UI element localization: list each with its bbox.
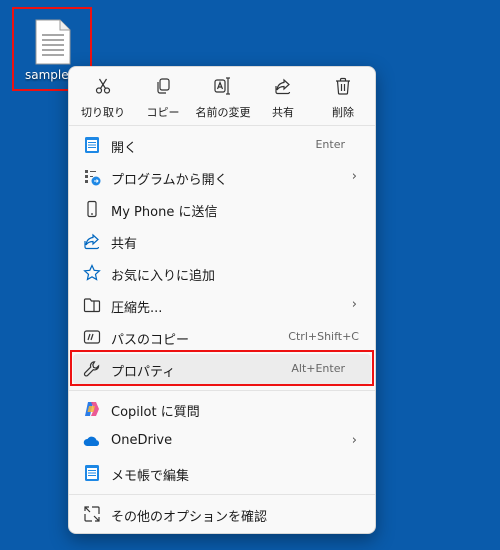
menu-item-share[interactable]: 共有 (73, 226, 371, 256)
menu-item-send-to-phone[interactable]: My Phone に送信 (73, 194, 371, 224)
chevron-right-icon: › (351, 433, 357, 448)
menu-item-compress[interactable]: 圧縮先... › (73, 290, 371, 320)
menu-divider (69, 390, 375, 391)
menu-item-add-favorite[interactable]: お気に入りに追加 (73, 258, 371, 288)
scissors-icon (95, 78, 111, 94)
trash-icon (336, 77, 350, 95)
menu-item-label: パスのコピー (111, 333, 190, 348)
phone-icon (87, 200, 97, 218)
menu-item-label: プログラムから開く (111, 173, 228, 188)
menu-item-edit-notepad[interactable]: メモ帳で編集 (73, 458, 371, 488)
share-button[interactable]: 共有 (253, 73, 313, 121)
notepad-icon (85, 137, 99, 153)
menu-item-ask-copilot[interactable]: Copilot に質問 (73, 394, 371, 424)
menu-item-label: Copilot に質問 (111, 405, 200, 420)
cut-button[interactable]: 切り取り (73, 73, 133, 121)
menu-item-label: OneDrive (111, 433, 173, 448)
menu-item-label: 開く (111, 141, 138, 156)
menu-item-open-with[interactable]: プログラムから開く › (73, 162, 371, 192)
rename-label: 名前の変更 (195, 106, 251, 119)
context-menu: 切り取り コピー 名前の変更 共有 削除 開く Enter プログラムから開く … (68, 66, 376, 534)
delete-button[interactable]: 削除 (313, 73, 373, 121)
menu-item-more-options[interactable]: その他のオプションを確認 (73, 499, 371, 529)
more-options-icon (84, 506, 100, 522)
delete-label: 削除 (332, 106, 354, 119)
share-icon (275, 78, 291, 95)
menu-item-label: 圧縮先... (111, 301, 163, 316)
rename-button[interactable]: 名前の変更 (193, 73, 253, 121)
onedrive-icon (83, 436, 100, 446)
star-icon (83, 264, 101, 281)
menu-item-label: お気に入りに追加 (111, 269, 216, 284)
menu-item-label: 共有 (111, 237, 138, 252)
menu-item-label: メモ帳で編集 (111, 469, 190, 484)
context-menu-toolbar: 切り取り コピー 名前の変更 共有 削除 (69, 67, 375, 125)
copilot-icon (85, 402, 99, 416)
menu-item-label: その他のオプションを確認 (111, 510, 268, 525)
menu-item-label: My Phone に送信 (111, 205, 218, 220)
menu-item-copy-path[interactable]: パスのコピー Ctrl+Shift+C (73, 322, 371, 352)
share-label: 共有 (272, 106, 294, 119)
notepad-icon (85, 465, 99, 481)
menu-item-onedrive[interactable]: OneDrive › (73, 426, 371, 456)
shortcut-text: Ctrl+Shift+C (288, 330, 359, 343)
menu-divider (69, 494, 375, 495)
copy-button[interactable]: コピー (133, 73, 193, 121)
cut-label: 切り取り (81, 106, 125, 119)
share-icon (84, 233, 100, 250)
zip-folder-icon (83, 298, 101, 313)
shortcut-text: Enter (315, 138, 345, 151)
chevron-right-icon: › (351, 169, 357, 184)
copy-icon (157, 78, 170, 94)
chevron-right-icon: › (351, 297, 357, 312)
path-icon (83, 330, 101, 344)
menu-divider (69, 125, 375, 126)
rename-icon (214, 77, 230, 95)
menu-item-open[interactable]: 開く Enter (73, 130, 371, 160)
copy-label: コピー (146, 106, 180, 119)
open-with-icon (85, 170, 101, 186)
properties-highlight (70, 350, 374, 386)
